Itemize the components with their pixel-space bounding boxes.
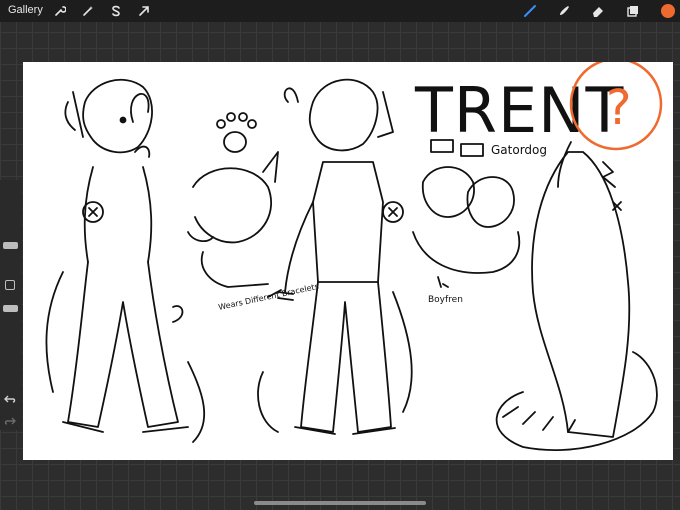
- gallery-button[interactable]: Gallery: [8, 4, 43, 16]
- selection-icon[interactable]: [108, 3, 124, 19]
- wrench-icon[interactable]: [52, 3, 68, 19]
- character-clothed-view: [257, 78, 413, 435]
- undo-icon[interactable]: [4, 394, 16, 407]
- modify-button[interactable]: [5, 280, 15, 290]
- magic-wand-icon[interactable]: [80, 3, 96, 19]
- character-name: TRENT: [414, 74, 625, 147]
- species-label: Gatordog: [491, 143, 547, 157]
- drawing-canvas[interactable]: TRENT Gatordog ? Boyfren Wears Different…: [23, 62, 673, 460]
- color-icon[interactable]: [661, 4, 675, 18]
- boyfriend-note: Boyfren: [428, 295, 463, 305]
- layers-icon[interactable]: [625, 3, 641, 19]
- question-mark: ?: [606, 80, 631, 136]
- headshot-sketch: [187, 151, 279, 288]
- character-back-view: [495, 141, 658, 451]
- left-sidebar: [0, 180, 22, 430]
- redo-icon[interactable]: [4, 416, 16, 429]
- opacity-slider[interactable]: [3, 305, 18, 312]
- smudge-icon[interactable]: [556, 3, 572, 19]
- character-front-view: [45, 78, 206, 443]
- transform-arrow-icon[interactable]: [136, 3, 152, 19]
- brush-icon[interactable]: [522, 3, 538, 19]
- paw-print-icon: [216, 112, 257, 153]
- top-toolbar: Gallery: [0, 0, 680, 22]
- brush-size-slider[interactable]: [3, 242, 18, 249]
- line-art: TRENT Gatordog ? Boyfren Wears Different…: [45, 62, 663, 451]
- eraser-icon[interactable]: [590, 3, 606, 19]
- boyfriend-sketch: [412, 166, 521, 288]
- home-indicator: [254, 501, 426, 505]
